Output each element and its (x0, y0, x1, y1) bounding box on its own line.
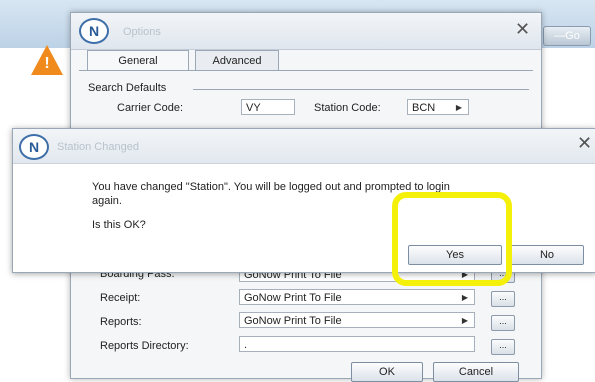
warning-exclamation: ! (44, 55, 50, 72)
reports-label: Reports: (100, 316, 142, 328)
carrier-code-label: Carrier Code: (117, 102, 184, 114)
section-separator (193, 89, 529, 90)
dialog-question: Is this OK? (92, 219, 146, 231)
yes-highlight-annotation (392, 192, 512, 286)
tab-advanced[interactable]: Advanced (195, 50, 279, 71)
options-title: Options (123, 26, 161, 38)
dialog-titlebar: N Station Changed ✕ (13, 129, 595, 164)
station-code-label: Station Code: (314, 102, 381, 114)
reports-directory-label: Reports Directory: (100, 340, 189, 352)
dropdown-arrow-icon: ▶ (461, 293, 468, 302)
dropdown-arrow-icon: ▶ (455, 103, 462, 112)
carrier-code-value: VY (246, 102, 261, 114)
station-code-value: BCN (412, 102, 436, 114)
reports-directory-browse-button[interactable]: ... (491, 339, 515, 355)
ok-button[interactable]: OK (351, 362, 423, 382)
reports-directory-input[interactable]: . (239, 336, 475, 352)
carrier-code-input[interactable]: VY (241, 99, 295, 115)
receipt-select[interactable]: GoNow Print To File ▶ (239, 289, 475, 305)
reports-select[interactable]: GoNow Print To File ▶ (239, 312, 475, 328)
background-go-button[interactable]: —Go (543, 26, 591, 46)
reports-browse-button[interactable]: ... (491, 315, 515, 331)
gonow-logo-icon: N (79, 18, 109, 44)
dialog-title: Station Changed (57, 141, 139, 153)
close-icon[interactable]: ✕ (577, 133, 592, 154)
search-defaults-label: Search Defaults (88, 82, 167, 94)
dropdown-arrow-icon: ▶ (461, 316, 468, 325)
gonow-logo-icon: N (19, 134, 49, 160)
dialog-message-line1: You have changed "Station". You will be … (92, 181, 450, 193)
tab-divider (79, 70, 533, 71)
options-titlebar: N Options ✕ (71, 13, 541, 50)
station-code-select[interactable]: BCN ▶ (407, 99, 469, 115)
dialog-message-line2: again. (92, 195, 122, 207)
no-button[interactable]: No (510, 245, 584, 265)
reports-value: GoNow Print To File (244, 315, 342, 327)
close-icon[interactable]: ✕ (515, 19, 530, 40)
cancel-button[interactable]: Cancel (433, 362, 519, 382)
receipt-value: GoNow Print To File (244, 292, 342, 304)
tab-general[interactable]: General (87, 50, 189, 71)
reports-directory-value: . (244, 339, 248, 351)
receipt-label: Receipt: (100, 292, 141, 304)
receipt-browse-button[interactable]: ... (491, 291, 515, 307)
